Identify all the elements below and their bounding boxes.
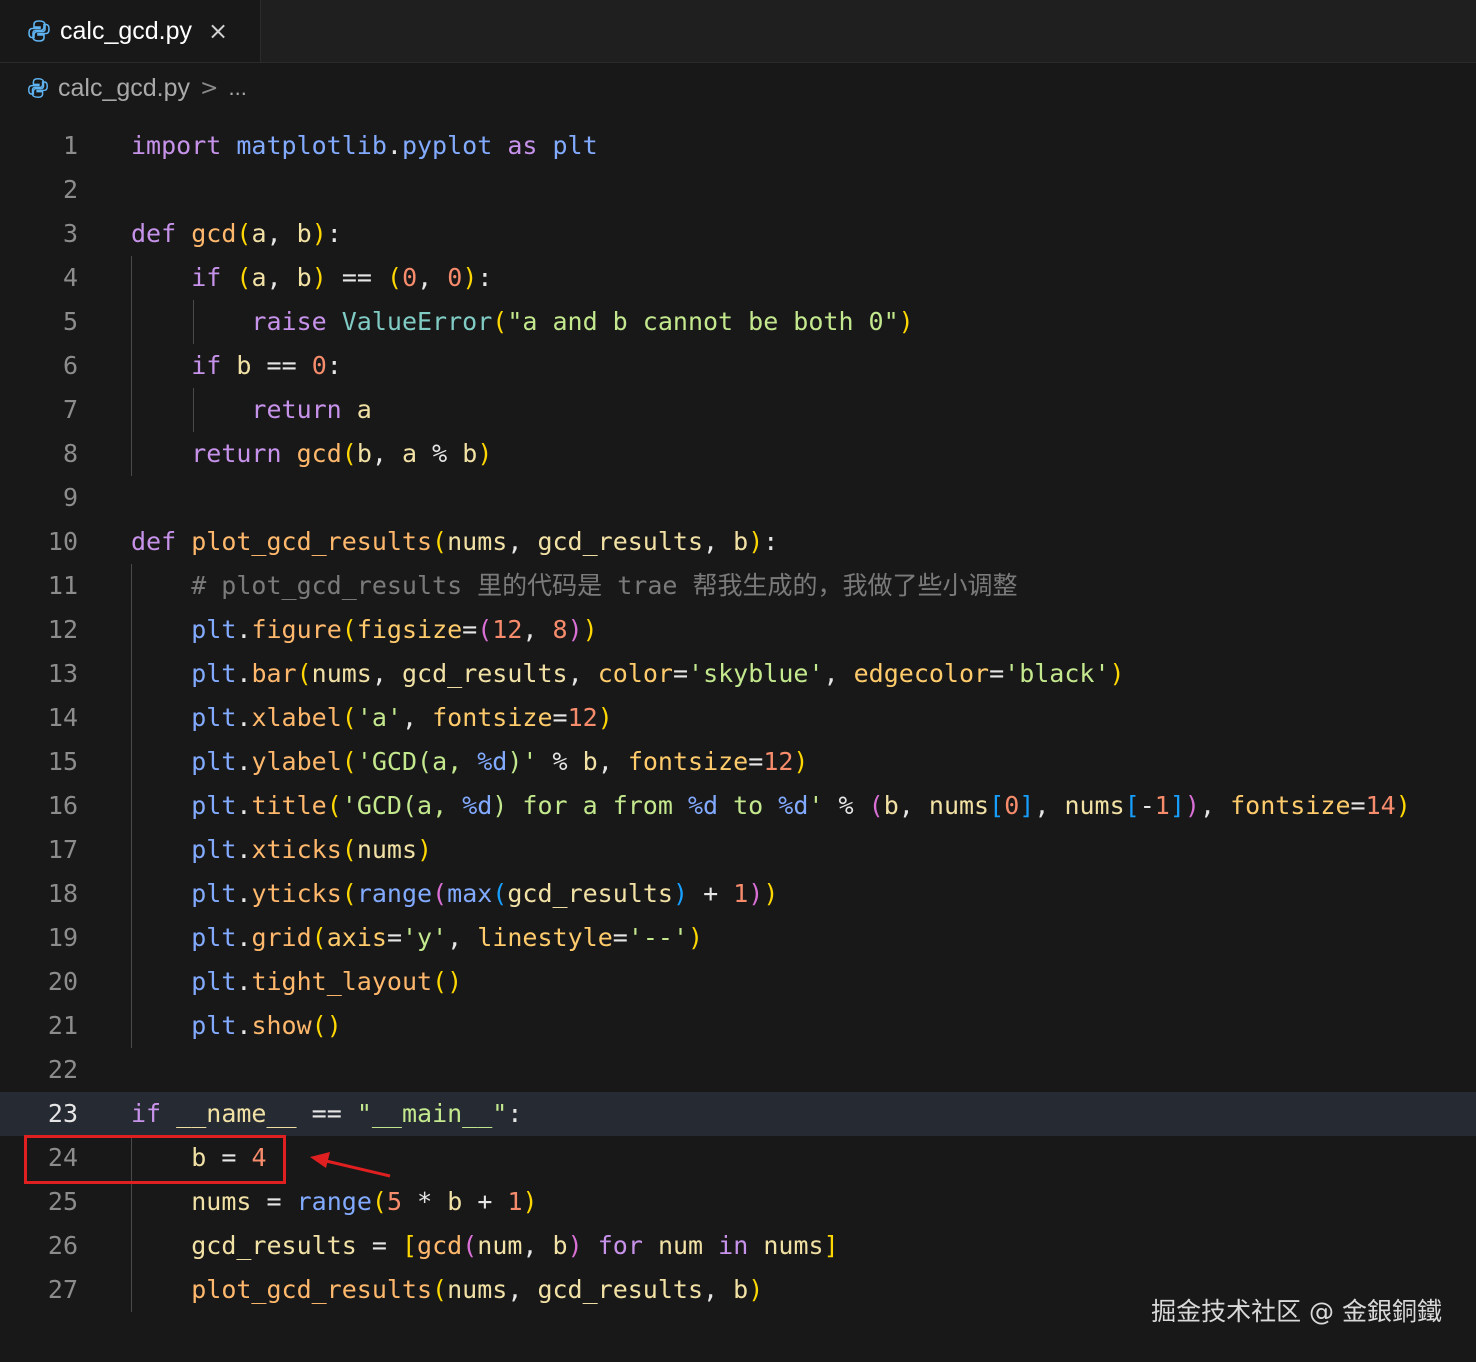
line-number: 25 [47,1187,78,1216]
code-line[interactable]: 6 if b == 0: [0,344,1476,388]
code-line[interactable]: 12 plt.figure(figsize=(12, 8)) [0,608,1476,652]
line-number: 3 [62,219,78,248]
code-text: plt.xlabel('a', fontsize=12) [191,703,613,732]
code-line[interactable]: 21 plt.show() [0,1004,1476,1048]
line-number: 4 [62,263,78,292]
tab-calc-gcd[interactable]: calc_gcd.py × [0,0,261,62]
line-number: 18 [47,879,78,908]
chevron-right-icon: > [200,75,219,101]
line-number: 7 [62,395,78,424]
code-line[interactable]: 11 # plot_gcd_results 里的代码是 trae 帮我生成的，我… [0,564,1476,608]
line-number: 19 [47,923,78,952]
code-line[interactable]: 23 if __name__ == "__main__": [0,1092,1476,1136]
code-line[interactable]: 1 import matplotlib.pyplot as plt [0,124,1476,168]
code-line[interactable]: 2 [0,168,1476,212]
code-line[interactable]: 25 nums = range(5 * b + 1) [0,1180,1476,1224]
watermark: 掘金技术社区 @ 金銀銅鐵 [1151,1297,1442,1326]
code-text: if b == 0: [191,351,342,380]
code-line[interactable]: 26 gcd_results = [gcd(num, b) for num in… [0,1224,1476,1268]
line-number: 6 [62,351,78,380]
annotation-highlight-box [24,1135,286,1184]
code-text: gcd_results = [gcd(num, b) for num in nu… [191,1231,839,1260]
indent-guide [193,388,194,432]
code-line[interactable]: 20 plt.tight_layout() [0,960,1476,1004]
code-text: raise ValueError("a and b cannot be both… [251,307,914,336]
code-line[interactable]: 16 plt.title('GCD(a, %d) for a from %d t… [0,784,1476,828]
line-number: 16 [47,791,78,820]
code-line[interactable]: 19 plt.grid(axis='y', linestyle='--') [0,916,1476,960]
code-text: plt.title('GCD(a, %d) for a from %d to %… [191,791,1411,820]
code-text: nums = range(5 * b + 1) [191,1187,538,1216]
code-line[interactable]: 15 plt.ylabel('GCD(a, %d)' % b, fontsize… [0,740,1476,784]
code-text: plot_gcd_results(nums, gcd_results, b) [191,1275,764,1304]
line-number: 22 [47,1055,78,1084]
code-line[interactable]: 13 plt.bar(nums, gcd_results, color='sky… [0,652,1476,696]
line-number: 20 [47,967,78,996]
line-number: 9 [62,483,78,512]
code-text: plt.tight_layout() [191,967,463,996]
breadcrumb: calc_gcd.py > ... [0,66,1476,110]
line-number: 1 [62,131,78,160]
code-line[interactable]: 7 return a [0,388,1476,432]
code-line[interactable]: 3 def gcd(a, b): [0,212,1476,256]
line-number: 17 [47,835,78,864]
line-number: 26 [47,1231,78,1260]
tab-label: calc_gcd.py [60,16,193,45]
code-text: if __name__ == "__main__": [131,1099,523,1128]
code-line[interactable]: 4 if (a, b) == (0, 0): [0,256,1476,300]
line-number: 12 [47,615,78,644]
line-number: 11 [47,571,78,600]
indent-guide [131,256,132,476]
code-text: return gcd(b, a % b) [191,439,493,468]
annotation-arrow-icon [310,1152,391,1178]
code-text: plt.bar(nums, gcd_results, color='skyblu… [191,659,1125,688]
python-icon [26,18,52,44]
code-line[interactable]: 10 def plot_gcd_results(nums, gcd_results… [0,520,1476,564]
breadcrumb-file[interactable]: calc_gcd.py [58,74,190,103]
code-text: plt.grid(axis='y', linestyle='--') [191,923,704,952]
code-line[interactable]: 8 return gcd(b, a % b) [0,432,1476,476]
code-line[interactable]: 14 plt.xlabel('a', fontsize=12) [0,696,1476,740]
code-text: plt.ylabel('GCD(a, %d)' % b, fontsize=12… [191,747,809,776]
line-number: 27 [47,1275,78,1304]
code-text: plt.show() [191,1011,342,1040]
code-text: plt.yticks(range(max(gcd_results) + 1)) [191,879,779,908]
code-line[interactable]: 5 raise ValueError("a and b cannot be bo… [0,300,1476,344]
line-number: 23 [47,1099,78,1128]
code-text: def plot_gcd_results(nums, gcd_results, … [131,527,779,556]
line-number: 8 [62,439,78,468]
line-number: 13 [47,659,78,688]
code-text: import matplotlib.pyplot as plt [131,131,598,160]
code-text: plt.xticks(nums) [191,835,433,864]
tab-bar: calc_gcd.py × [0,0,1476,63]
line-number: 2 [62,175,78,204]
code-line[interactable]: 9 [0,476,1476,520]
line-number: 15 [47,747,78,776]
code-text: plt.figure(figsize=(12, 8)) [191,615,598,644]
code-text: if (a, b) == (0, 0): [191,263,493,292]
indent-guide [131,564,132,1048]
code-line[interactable]: 18 plt.yticks(range(max(gcd_results) + 1… [0,872,1476,916]
indent-guide [193,300,194,344]
line-number: 14 [47,703,78,732]
code-text: return a [251,395,372,424]
code-line[interactable]: 17 plt.xticks(nums) [0,828,1476,872]
code-text: def gcd(a, b): [131,219,342,248]
code-line[interactable]: 22 [0,1048,1476,1092]
code-text: # plot_gcd_results 里的代码是 trae 帮我生成的，我做了些… [131,571,1018,600]
line-number: 21 [47,1011,78,1040]
breadcrumb-more[interactable]: ... [228,75,246,101]
close-icon[interactable]: × [208,17,228,45]
line-number: 10 [47,527,78,556]
python-icon [26,76,50,100]
line-number: 5 [62,307,78,336]
